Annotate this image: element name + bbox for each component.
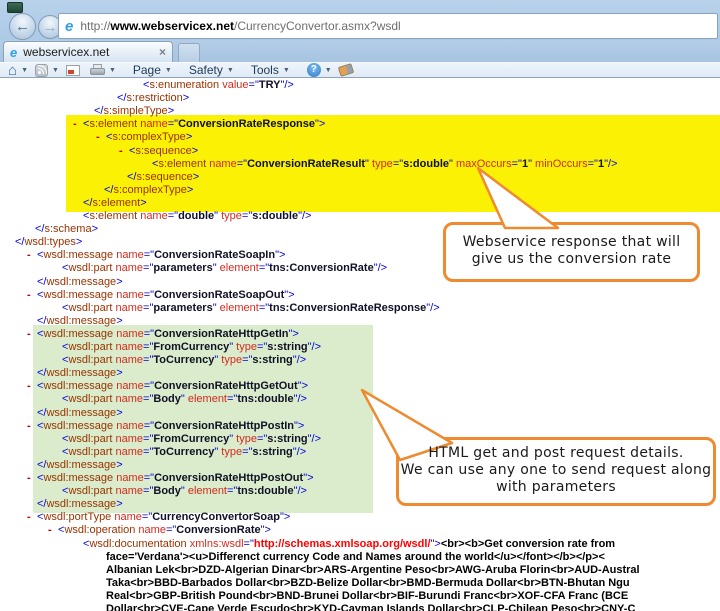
rss-caret-icon[interactable]: ▼ [52,67,59,74]
xml-line: </wsdl:message> [37,498,123,510]
xml-line: -<wsdl:message name="ConversionRateSoapI… [27,249,285,261]
tab-bar: e webservicex.net × [0,40,720,62]
xml-line: <wsdl:part name="Body" element="tns:doub… [62,485,307,497]
new-tab-button[interactable] [178,43,200,62]
xml-line: -<wsdl:operation name="ConversionRate"> [48,524,271,536]
page-caret-icon[interactable]: ▼ [165,67,172,74]
xml-line: </wsdl:message> [37,459,123,471]
xml-line: Real<br>GBP-British Pound<br>BND-Brunei … [106,590,628,602]
home-icon[interactable]: ⌂ [8,63,17,78]
safety-menu[interactable]: Safety [189,63,223,77]
collapse-toggle-icon[interactable]: - [27,511,37,523]
page-menu[interactable]: Page [133,63,161,77]
xml-line: Dollar<br>CVE-Cape Verde Escudo<br>KYD-C… [106,603,635,611]
home-caret-icon[interactable]: ▼ [21,67,28,74]
collapse-toggle-icon[interactable]: - [27,328,37,340]
print-icon[interactable] [90,64,105,76]
xml-line: <wsdl:part name="ToCurrency" type="s:str… [62,354,306,366]
collapse-toggle-icon[interactable]: - [27,472,37,484]
xml-line: </wsdl:message> [37,367,123,379]
wsdl-document: <s:enumeration value="TRY"/></s:restrict… [0,78,720,611]
xml-line: <wsdl:part name="parameters" element="tn… [62,262,387,274]
xml-line: -<wsdl:message name="ConversionRateHttpG… [27,328,299,340]
safety-caret-icon[interactable]: ▼ [227,67,234,74]
xml-line: </s:restriction> [117,92,189,104]
url-domain: www.webservicex.net [110,19,234,33]
xml-line: <s:enumeration value="TRY"/> [143,79,294,91]
collapse-toggle-icon[interactable]: - [96,131,106,143]
xml-line: -<s:sequence> [119,145,198,157]
xml-line: <wsdl:part name="ToCurrency" type="s:str… [62,446,306,458]
tab-webservicex[interactable]: e webservicex.net × [3,41,173,62]
tab-close-icon[interactable]: × [159,45,166,59]
response-callout-line1: Webservice response that will [443,234,700,251]
tab-title: webservicex.net [23,45,159,59]
rss-feed-icon[interactable] [35,64,48,77]
xml-line: <wsdl:part name="FromCurrency" type="s:s… [62,341,321,353]
xml-line: <s:element name="ConversionRateResult" t… [152,158,617,170]
xml-line: </wsdl:types> [15,236,82,248]
browser-chrome: ← → e http:// www.webservicex.net /Curre… [0,0,720,78]
collapse-toggle-icon[interactable]: - [27,289,37,301]
window-corner-icon [7,2,23,13]
xml-line: face='Verdana'><u>Differenct currency Co… [106,551,605,563]
xml-line: <wsdl:part name="Body" element="tns:doub… [62,393,307,405]
xml-line: </wsdl:message> [37,315,123,327]
collapse-toggle-icon[interactable]: - [27,420,37,432]
help-icon[interactable]: ? [307,63,321,77]
xml-line: <s:element name="double" type="s:double"… [83,210,311,222]
xml-line: </s:simpleType> [94,105,174,117]
print-caret-icon[interactable]: ▼ [109,67,116,74]
http-callout-line2: We can use any one to send request along [396,462,716,479]
xml-line: -<wsdl:message name="ConversionRateHttpP… [27,472,314,484]
command-bar: ⌂ ▼ ▼ ▼ Page ▼ Safety ▼ Tools ▼ ? ▼ [0,62,720,78]
help-caret-icon[interactable]: ▼ [325,67,332,74]
xml-line: </s:complexType> [104,184,193,196]
collapse-toggle-icon[interactable]: - [27,249,37,261]
http-callout-line1: HTML get and post request details. [396,445,716,462]
xml-line: -<wsdl:portType name="CurrencyConvertorS… [27,511,290,523]
xml-line: -<s:complexType> [96,131,192,143]
xml-line: Albanian Lek<br>DZD-Algerian Dinar<br>AR… [106,564,640,576]
xml-line: -<s:element name="ConversionRateResponse… [73,118,325,130]
browser-window: ← → e http:// www.webservicex.net /Curre… [0,0,720,611]
mail-icon[interactable] [66,65,80,76]
forward-arrow-icon: → [43,20,58,35]
http-callout-text: HTML get and post request details. We ca… [396,445,716,496]
xml-line: <wsdl:documentation xmlns:wsdl="http://s… [83,538,615,550]
xml-line: Taka<br>BBD-Barbados Dollar<br>BZD-Beliz… [106,577,630,589]
url-scheme: http:// [80,19,110,33]
collapse-toggle-icon[interactable]: - [27,380,37,392]
xml-line: </wsdl:message> [37,276,123,288]
xml-line: -<wsdl:message name="ConversionRateSoapO… [27,289,295,301]
collapse-toggle-icon[interactable]: - [48,524,58,536]
xml-line: -<wsdl:message name="ConversionRateHttpP… [27,420,304,432]
addon-icon[interactable] [338,63,354,77]
ie-favicon: e [10,45,17,60]
xml-line: </wsdl:message> [37,407,123,419]
back-arrow-icon: ← [15,19,30,34]
xml-line: <wsdl:part name="parameters" element="tn… [62,302,440,314]
back-button[interactable]: ← [9,13,36,40]
url-bar[interactable]: e http:// www.webservicex.net /CurrencyC… [58,13,718,39]
response-callout-line2: give us the conversion rate [443,251,700,268]
xml-line: -<wsdl:message name="ConversionRateHttpG… [27,380,308,392]
xml-line: <wsdl:part name="FromCurrency" type="s:s… [62,433,321,445]
xml-line: </s:schema> [35,223,98,235]
tools-caret-icon[interactable]: ▼ [283,67,290,74]
ie-icon: e [65,18,73,35]
response-callout-text: Webservice response that will give us th… [443,234,700,268]
collapse-toggle-icon[interactable]: - [119,145,129,157]
url-path: /CurrencyConvertor.asmx?wsdl [234,19,401,33]
http-callout-line3: with parameters [396,479,716,496]
tools-menu[interactable]: Tools [251,63,279,77]
collapse-toggle-icon[interactable]: - [73,118,83,130]
xml-line: </s:sequence> [127,171,199,183]
xml-line: </s:element> [83,197,147,209]
